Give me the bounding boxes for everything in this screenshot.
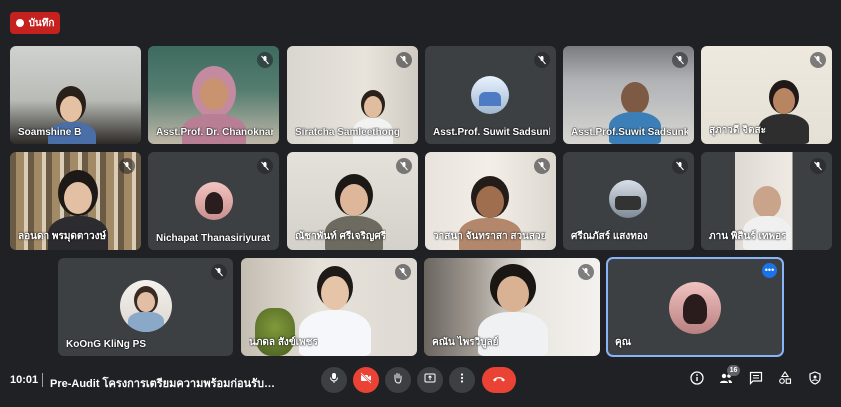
- participant-name: ภาน พิสินร์ เทพอร: [709, 231, 787, 242]
- avatar: [120, 280, 172, 332]
- mic-muted-icon: [672, 52, 688, 68]
- avatar: [669, 282, 721, 334]
- participant-tile[interactable]: Nichapat Thanasiriyurat: [148, 152, 279, 250]
- participant-tile[interactable]: Asst.Prof. Suwit Sadsunk: [425, 46, 556, 144]
- mic-muted-icon: [534, 158, 550, 174]
- divider: [42, 373, 43, 387]
- mic-muted-icon: [396, 158, 412, 174]
- camera-toggle-button[interactable]: [353, 367, 379, 393]
- participant-tile[interactable]: KoOnG KliNg PS: [58, 258, 233, 356]
- hang-up-button[interactable]: [482, 367, 516, 393]
- participant-name: Soamshine B: [18, 127, 82, 138]
- microphone-icon: [328, 371, 340, 389]
- raise-hand-button[interactable]: [385, 367, 411, 393]
- bottom-toolbar: 10:01 Pre-Audit โครงการเตรียมความพร้อมก่…: [0, 356, 841, 407]
- participant-tile[interactable]: Siratcha Samleethong: [287, 46, 418, 144]
- chat-button[interactable]: [747, 371, 765, 389]
- more-options-button[interactable]: [449, 367, 475, 393]
- recording-badge[interactable]: บันทึก: [10, 12, 60, 34]
- mic-muted-icon: [672, 158, 688, 174]
- participant-name: Nichapat Thanasiriyurat: [156, 233, 270, 244]
- mic-muted-icon: [534, 52, 550, 68]
- chat-icon: [749, 371, 763, 390]
- participant-tile[interactable]: ลอนดา พรมุดตาวงษ์: [10, 152, 141, 250]
- participant-tile[interactable]: Asst.Prof. Dr. Chanoknart Mayusoh: [148, 46, 279, 144]
- participant-tile[interactable]: Asst.Prof.Suwit Sadsunk: [563, 46, 694, 144]
- participant-tile[interactable]: นภดล สังข์เพชร: [241, 258, 417, 356]
- microphone-button[interactable]: [321, 367, 347, 393]
- mic-muted-icon: [396, 52, 412, 68]
- mic-muted-icon: [257, 158, 273, 174]
- mic-muted-icon: [578, 264, 594, 280]
- participant-tile[interactable]: ภาน พิสินร์ เทพอร: [701, 152, 832, 250]
- more-options-icon[interactable]: •••: [762, 263, 777, 278]
- participant-name: Asst.Prof. Dr. Chanoknart Mayusoh: [156, 127, 273, 138]
- participant-tile[interactable]: คณัน ไพรวิบูลย์: [424, 258, 600, 356]
- participant-tile[interactable]: วาสนา จันทราสา สวนสวย: [425, 152, 556, 250]
- activities-button[interactable]: [776, 370, 794, 390]
- mic-muted-icon: [257, 52, 273, 68]
- self-tile[interactable]: ••• คุณ: [606, 257, 784, 357]
- mic-muted-icon: [810, 52, 826, 68]
- participant-name: วาสนา จันทราสา สวนสวย: [433, 231, 547, 242]
- participant-name: ศรีณภัสร์ แสงทอง: [571, 231, 648, 242]
- activities-icon: [778, 370, 792, 390]
- recording-dot-icon: [15, 19, 24, 27]
- participant-name: KoOnG KliNg PS: [66, 339, 146, 350]
- recording-label: บันทึก: [28, 17, 55, 29]
- participant-tile[interactable]: Soamshine B: [10, 46, 141, 144]
- participant-name: คุณ: [615, 337, 631, 348]
- hang-up-icon: [492, 371, 506, 389]
- avatar: [609, 180, 647, 218]
- participant-count: 16: [727, 365, 740, 376]
- mic-muted-icon: [395, 264, 411, 280]
- present-icon: [424, 371, 436, 389]
- more-options-icon: [456, 371, 468, 389]
- avatar: [471, 76, 509, 114]
- host-controls-icon: [808, 370, 822, 390]
- participant-name: Siratcha Samleethong: [295, 127, 401, 138]
- participant-tile[interactable]: ณัชาพันท์ ศรีเจริญศรี: [287, 152, 418, 250]
- raise-hand-icon: [392, 371, 404, 389]
- participant-tile[interactable]: ศรีณภัสร์ แสงทอง: [563, 152, 694, 250]
- present-button[interactable]: [417, 367, 443, 393]
- mic-muted-icon: [810, 158, 826, 174]
- clock: 10:01: [10, 374, 39, 386]
- participant-name: สุภาวดี จิตสะ: [709, 125, 767, 136]
- mic-muted-icon: [211, 264, 227, 280]
- host-controls-button[interactable]: [806, 370, 824, 390]
- participant-name: ลอนดา พรมุดตาวงษ์: [18, 231, 107, 242]
- participant-tile[interactable]: สุภาวดี จิตสะ: [701, 46, 832, 144]
- avatar: [195, 182, 233, 220]
- info-button[interactable]: [688, 370, 706, 390]
- meeting-title: Pre-Audit โครงการเตรียมความพร้อมก่อนรับก…: [50, 378, 278, 390]
- participant-name: Asst.Prof.Suwit Sadsunk: [571, 127, 688, 138]
- mic-muted-icon: [119, 158, 135, 174]
- participant-name: Asst.Prof. Suwit Sadsunk: [433, 127, 550, 138]
- participant-name: คณัน ไพรวิบูลย์: [432, 337, 499, 348]
- camera-off-icon: [360, 371, 372, 389]
- participant-name: ณัชาพันท์ ศรีเจริญศรี: [295, 231, 387, 242]
- info-icon: [690, 370, 704, 390]
- participant-name: นภดล สังข์เพชร: [249, 337, 318, 348]
